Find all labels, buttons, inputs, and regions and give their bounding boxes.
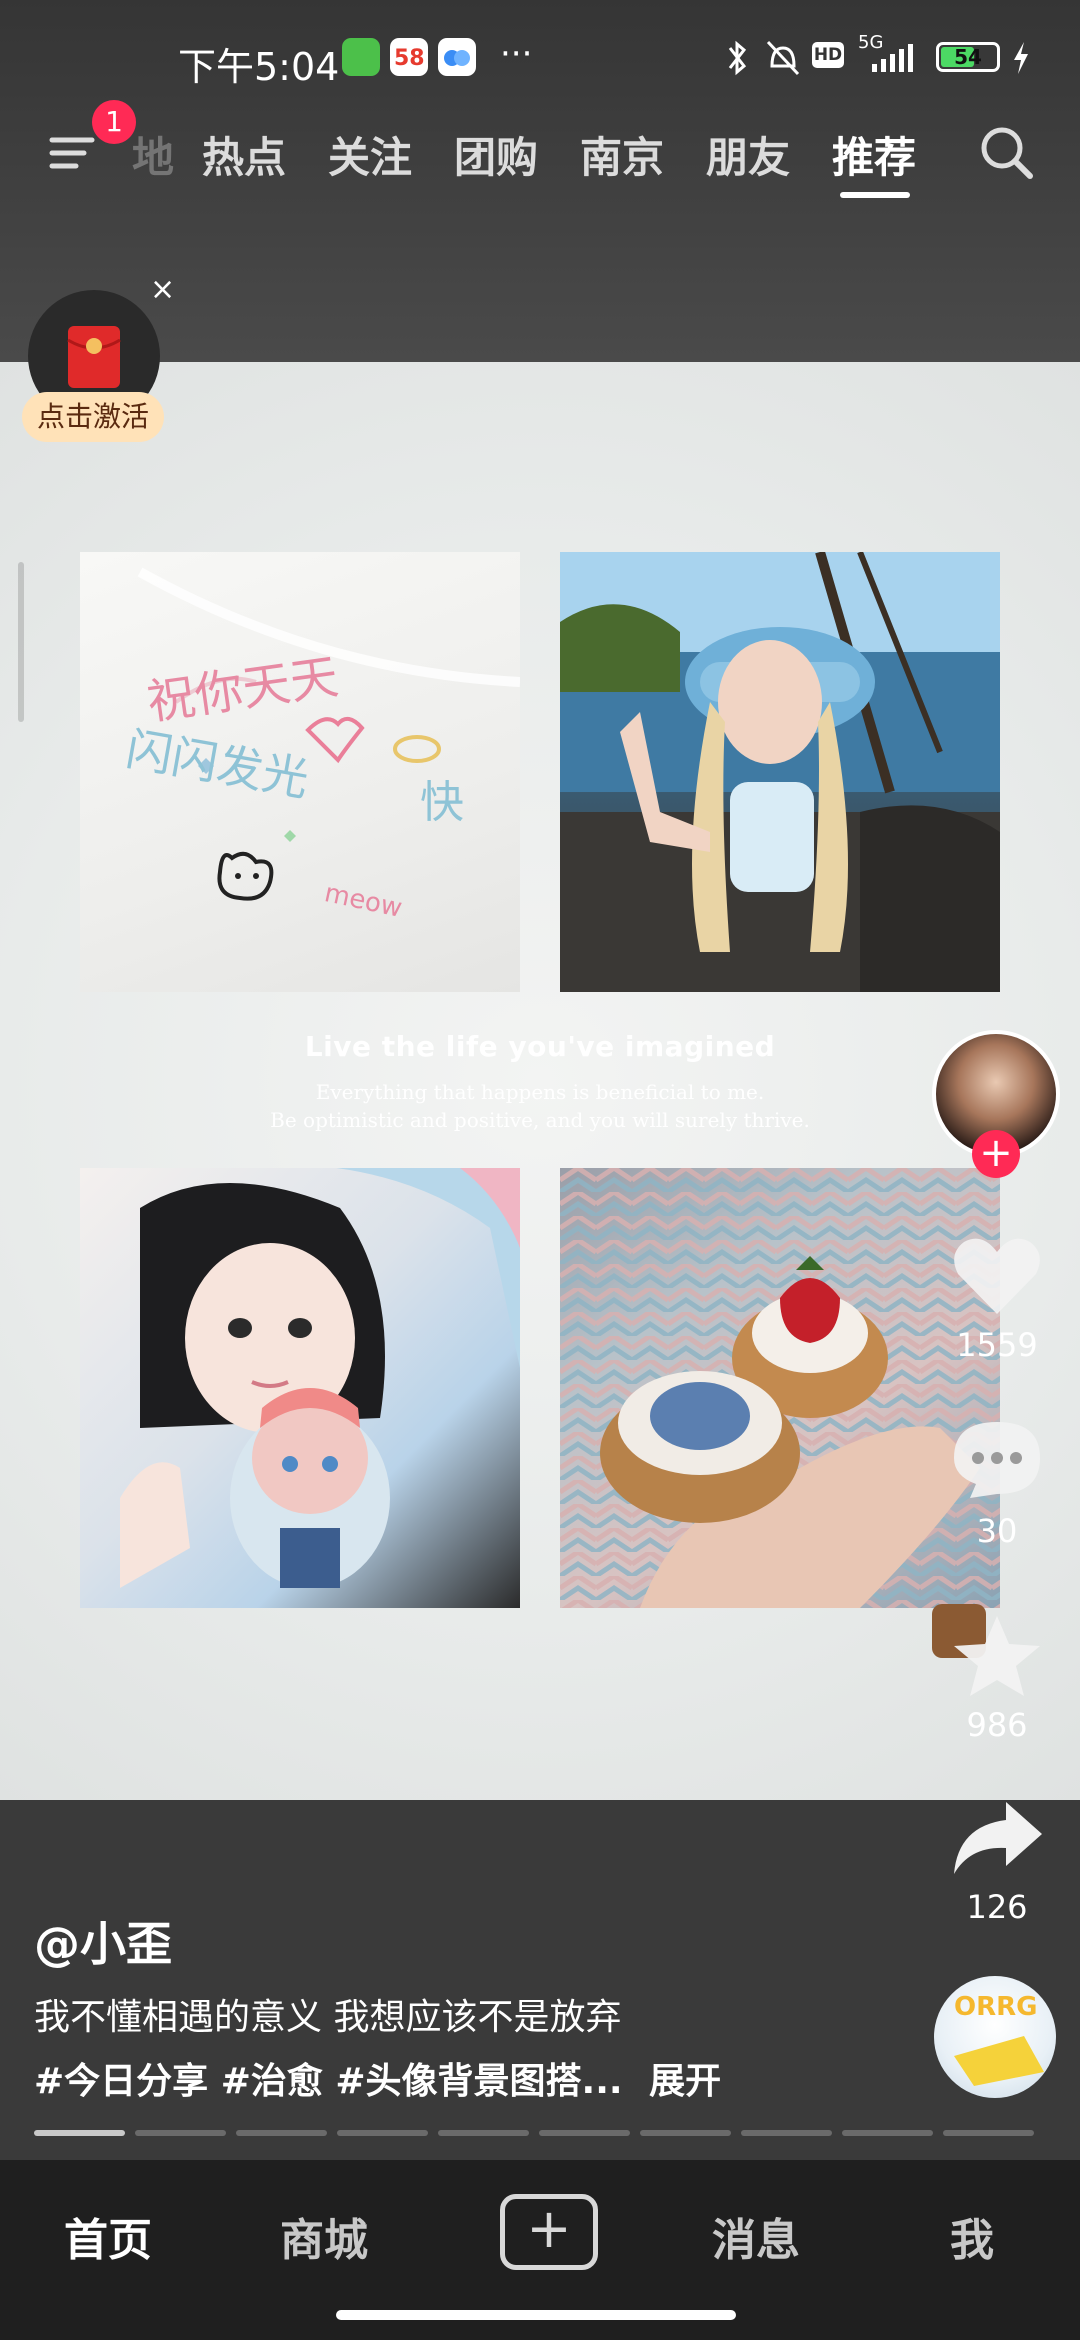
follow-button[interactable]: + [972, 1130, 1020, 1178]
tab-partial[interactable]: 地 [132, 124, 174, 185]
tab-messages[interactable]: 消息 [712, 2204, 800, 2268]
tab-me[interactable]: 我 [950, 2204, 994, 2268]
charging-icon [1014, 42, 1028, 74]
progress-segment [943, 2130, 1034, 2136]
comment-count: 30 [976, 1512, 1018, 1550]
top-navigation: 地 热点 关注 团购 南京 朋友 推荐 [0, 110, 1080, 210]
wechat-app-icon [342, 38, 380, 76]
expand-button[interactable]: 展开 [649, 2061, 721, 2102]
progress-segment [640, 2130, 731, 2136]
favorite-count: 986 [966, 1706, 1028, 1744]
svg-text:58: 58 [394, 46, 425, 71]
post-author[interactable]: @小歪 [34, 1908, 172, 1974]
share-icon[interactable] [950, 1798, 1046, 1878]
app-cloud-icon [438, 38, 476, 76]
tab-nanjing[interactable]: 南京 [580, 124, 664, 185]
status-more: ··· [500, 34, 533, 74]
notification-badge: 1 [92, 100, 136, 144]
search-icon[interactable] [974, 120, 1038, 184]
photo-tarts [560, 1168, 1000, 1608]
photo-embroidered-text: 祝你天天 闪闪发光 快 meow [80, 552, 520, 992]
photo-girl-lake [560, 552, 1000, 992]
post-caption-title: Live the life you've imagined [304, 1030, 776, 1063]
status-time: 下午5:04 [178, 45, 340, 89]
battery-level: 54 [954, 45, 982, 69]
progress-segment [337, 2130, 428, 2136]
post-hashtags[interactable]: #今日分享 #治愈 #头像背景图搭... [34, 2061, 623, 2102]
music-disc[interactable]: ORRG [934, 1976, 1056, 2098]
progress-segment [842, 2130, 933, 2136]
tab-mall[interactable]: 商城 [280, 2204, 368, 2268]
progress-segment [236, 2130, 327, 2136]
like-icon[interactable] [950, 1234, 1044, 1320]
home-indicator [336, 2310, 736, 2320]
progress-segment [741, 2130, 832, 2136]
tab-following[interactable]: 关注 [328, 124, 412, 185]
favorite-star-icon[interactable] [950, 1612, 1044, 1702]
photo-girl-doll [80, 1168, 520, 1608]
bluetooth-icon [728, 40, 747, 76]
tab-home[interactable]: 首页 [64, 2204, 152, 2268]
scroll-indicator [18, 562, 24, 722]
app-58-icon: 58 [390, 38, 428, 76]
active-tab-indicator [840, 192, 910, 198]
create-button[interactable]: + [500, 2194, 598, 2270]
tab-friends[interactable]: 朋友 [706, 124, 790, 185]
status-bar: 下午5:04 58 ··· HD 5G 54 [0, 30, 1080, 90]
post-caption-line-2: Be optimistic and positive, and you will… [270, 1108, 810, 1132]
promo-close-icon[interactable]: × [150, 272, 175, 307]
carousel-progress [34, 2130, 1034, 2136]
share-count: 126 [966, 1888, 1028, 1926]
tab-hot[interactable]: 热点 [202, 124, 286, 185]
like-count: 1559 [956, 1326, 1038, 1364]
progress-segment [135, 2130, 226, 2136]
tab-group-buy[interactable]: 团购 [454, 124, 538, 185]
post-caption-line-1: Everything that happens is beneficial to… [315, 1080, 765, 1104]
tab-recommended[interactable]: 推荐 [832, 124, 916, 185]
hd-icon: HD [812, 42, 844, 68]
post-info-panel [0, 1800, 1080, 2160]
signal-icon [872, 44, 913, 72]
post-description: 我不懂相遇的意义 我想应该不是放弃 [34, 1997, 622, 2038]
activate-button[interactable]: 点击激活 [22, 392, 164, 442]
menu-icon[interactable] [48, 132, 96, 174]
battery-icon: 54 [936, 42, 1000, 72]
progress-segment [438, 2130, 529, 2136]
comment-icon[interactable] [950, 1418, 1044, 1502]
post-caption-body: Everything that happens is beneficial to… [0, 1078, 1080, 1134]
mute-bell-icon [766, 40, 800, 76]
progress-segment [34, 2130, 125, 2136]
post-tags: #今日分享 #治愈 #头像背景图搭... 展开 [34, 2052, 721, 2104]
photo1-embroidery-fast: 快 [420, 777, 464, 828]
progress-segment [539, 2130, 630, 2136]
